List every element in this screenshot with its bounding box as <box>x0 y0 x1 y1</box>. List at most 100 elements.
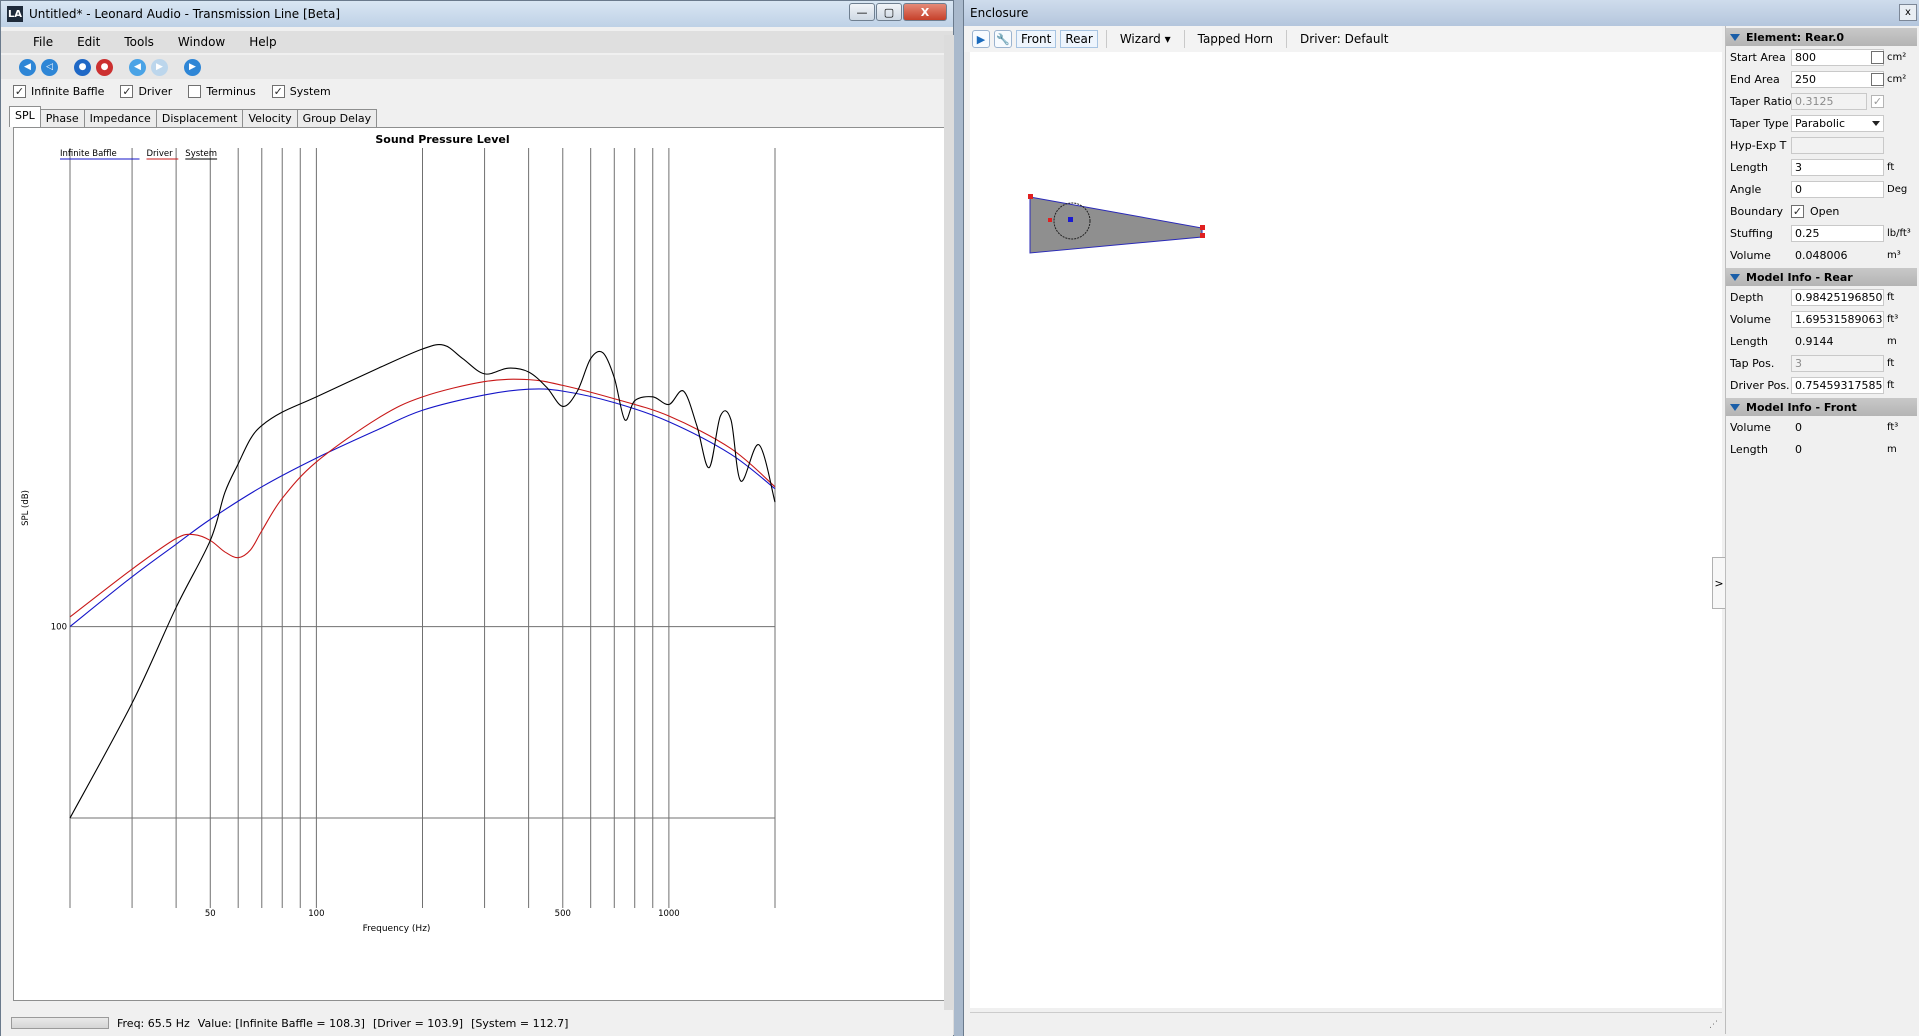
tab-group-delay[interactable]: Group Delay <box>296 109 378 127</box>
prop-row-boundary: Boundary ✓ Open <box>1726 200 1917 222</box>
front-button[interactable]: Front <box>1016 30 1057 48</box>
prop-label: Taper Type <box>1730 116 1789 130</box>
graph-tabs: SPL Phase Impedance Displacement Velocit… <box>9 106 378 127</box>
taper-type-dropdown[interactable]: Parabolic <box>1791 114 1884 132</box>
spl-chart-panel[interactable]: Sound Pressure Level Infinite Baffle Drive… <box>13 127 947 1001</box>
panel-expander[interactable]: > <box>1712 557 1726 609</box>
prop-label: Hyp-Exp T <box>1730 138 1787 152</box>
prop-label: End Area <box>1730 72 1780 86</box>
collapse-triangle-icon[interactable] <box>1730 273 1740 281</box>
menu-tools[interactable]: Tools <box>112 35 166 49</box>
step-back-icon[interactable]: ◀ <box>129 58 146 76</box>
rear-button[interactable]: Rear <box>1060 30 1098 48</box>
prop-value: 3 <box>1795 160 1802 174</box>
tab-phase[interactable]: Phase <box>39 109 85 127</box>
checkbox-icon[interactable] <box>188 84 202 98</box>
toggle-terminus[interactable]: Terminus <box>188 84 256 98</box>
menu-edit[interactable]: Edit <box>65 35 112 49</box>
prop-label: Angle <box>1730 182 1762 196</box>
volume-field[interactable]: 1.6953158906317 <box>1791 310 1884 328</box>
lock-checkbox-icon[interactable] <box>1871 72 1884 86</box>
driver-handle[interactable] <box>1068 217 1073 222</box>
spl-chart[interactable]: Sound Pressure Level Infinite Baffle Drive… <box>14 128 948 1002</box>
prop-label: Length <box>1730 442 1768 456</box>
collapse-triangle-icon[interactable] <box>1730 33 1740 41</box>
element-section-header[interactable]: Element: Rear.0 <box>1726 28 1917 46</box>
wizard-dropdown[interactable]: Wizard ▾ <box>1115 30 1176 48</box>
menu-window[interactable]: Window <box>166 35 237 49</box>
prop-unit: lb/ft³ <box>1887 227 1911 239</box>
menu-file[interactable]: File <box>21 35 65 49</box>
end-handle-top[interactable] <box>1200 225 1205 230</box>
checkbox-icon[interactable]: ✓ <box>1791 204 1804 218</box>
step-forward-icon[interactable]: ▶ <box>151 58 168 76</box>
checkbox-icon[interactable]: ✓ <box>13 84 26 98</box>
collapse-triangle-icon[interactable] <box>1730 403 1740 411</box>
prop-label: Stuffing <box>1730 226 1773 240</box>
menu-bar: File Edit Tools Window Help <box>1 31 953 53</box>
prop-unit: cm² <box>1887 73 1907 85</box>
angle-field[interactable]: 0 <box>1791 180 1884 198</box>
prop-value: 0.25 <box>1795 226 1820 240</box>
wrench-icon[interactable]: 🔧 <box>994 30 1012 48</box>
toggle-infinite-baffle[interactable]: ✓ Infinite Baffle <box>13 84 104 98</box>
enclosure-window: Enclosure x ▶ 🔧 Front Rear Wizard ▾ Tapp… <box>963 0 1919 1036</box>
enclosure-segment[interactable] <box>1029 196 1203 254</box>
start-handle[interactable] <box>1028 194 1033 199</box>
record-blue-icon[interactable]: ● <box>74 58 91 76</box>
driver-marker[interactable] <box>1048 218 1052 222</box>
prop-value: 800 <box>1795 50 1816 64</box>
minimize-button[interactable]: — <box>849 3 875 21</box>
enclosure-titlebar[interactable]: Enclosure x <box>964 0 1919 26</box>
checkbox-icon[interactable]: ✓ <box>271 84 285 98</box>
play-icon[interactable]: ▶ <box>972 30 990 48</box>
tab-impedance[interactable]: Impedance <box>83 109 157 127</box>
lock-checkbox-icon[interactable] <box>1871 50 1884 64</box>
properties-panel: Element: Rear.0 Start Area 800 cm² End Area… <box>1725 26 1917 1034</box>
prop-row-depth: Depth 0.98425196850393 ft <box>1726 286 1917 308</box>
checkbox-icon[interactable]: ✓ <box>120 84 134 98</box>
tab-spl[interactable]: SPL <box>9 106 41 127</box>
boundary-open-toggle[interactable]: ✓ Open <box>1791 204 1839 218</box>
depth-field[interactable]: 0.98425196850393 <box>1791 288 1884 306</box>
toggle-system[interactable]: ✓ System <box>271 84 331 98</box>
driver-pos-field[interactable]: 0.7545931758530 <box>1791 376 1884 394</box>
menu-help[interactable]: Help <box>237 35 288 49</box>
prop-row-stuffing: Stuffing 0.25 lb/ft³ <box>1726 222 1917 244</box>
prop-row-hyp-exp-t: Hyp-Exp T <box>1726 134 1917 156</box>
prop-row-start-area: Start Area 800 cm² <box>1726 46 1917 68</box>
model-rear-section-header[interactable]: Model Info - Rear <box>1726 268 1917 286</box>
driver-button[interactable]: Driver: Default <box>1295 30 1393 48</box>
taper-ratio-field: 0.3125 <box>1791 92 1867 110</box>
y-tick-label: 100 <box>51 623 67 633</box>
prop-label: Driver Pos. <box>1730 378 1790 392</box>
tapped-horn-button[interactable]: Tapped Horn <box>1193 30 1278 48</box>
rewind-icon[interactable]: ◀ <box>19 58 36 76</box>
main-titlebar[interactable]: LA Untitled* - Leonard Audio - Transmiss… <box>1 1 953 27</box>
status-system: [System = 112.7] <box>471 1016 569 1030</box>
chevron-down-icon[interactable] <box>1872 120 1880 126</box>
y-axis-label: SPL (dB) <box>21 490 31 526</box>
length-field[interactable]: 3 <box>1791 158 1884 176</box>
close-button[interactable]: x <box>1899 4 1917 21</box>
resize-grip-icon[interactable]: ⋰ <box>1709 1020 1718 1030</box>
end-handle-bottom[interactable] <box>1200 233 1205 238</box>
enclosure-canvas[interactable]: > <box>970 52 1726 1008</box>
prop-value: 0.048006 <box>1795 248 1848 262</box>
maximize-button[interactable]: ▢ <box>876 3 902 21</box>
model-front-section-header[interactable]: Model Info - Front <box>1726 398 1917 416</box>
prop-unit: cm² <box>1887 51 1907 63</box>
main-window: LA Untitled* - Leonard Audio - Transmiss… <box>0 0 954 1036</box>
toggle-driver[interactable]: ✓ Driver <box>120 84 172 98</box>
tab-displacement[interactable]: Displacement <box>155 109 244 127</box>
stuffing-field[interactable]: 0.25 <box>1791 224 1884 242</box>
tab-velocity[interactable]: Velocity <box>242 109 298 127</box>
prop-unit: ft <box>1887 161 1895 173</box>
prop-label: Depth <box>1730 290 1764 304</box>
close-button[interactable]: X <box>903 3 947 21</box>
record-red-icon[interactable]: ● <box>96 58 113 76</box>
window-splitter[interactable] <box>944 35 954 1035</box>
back-icon[interactable]: ◁ <box>41 58 58 76</box>
play-icon[interactable]: ▶ <box>184 58 201 76</box>
lock-checkbox-icon[interactable]: ✓ <box>1871 94 1884 108</box>
